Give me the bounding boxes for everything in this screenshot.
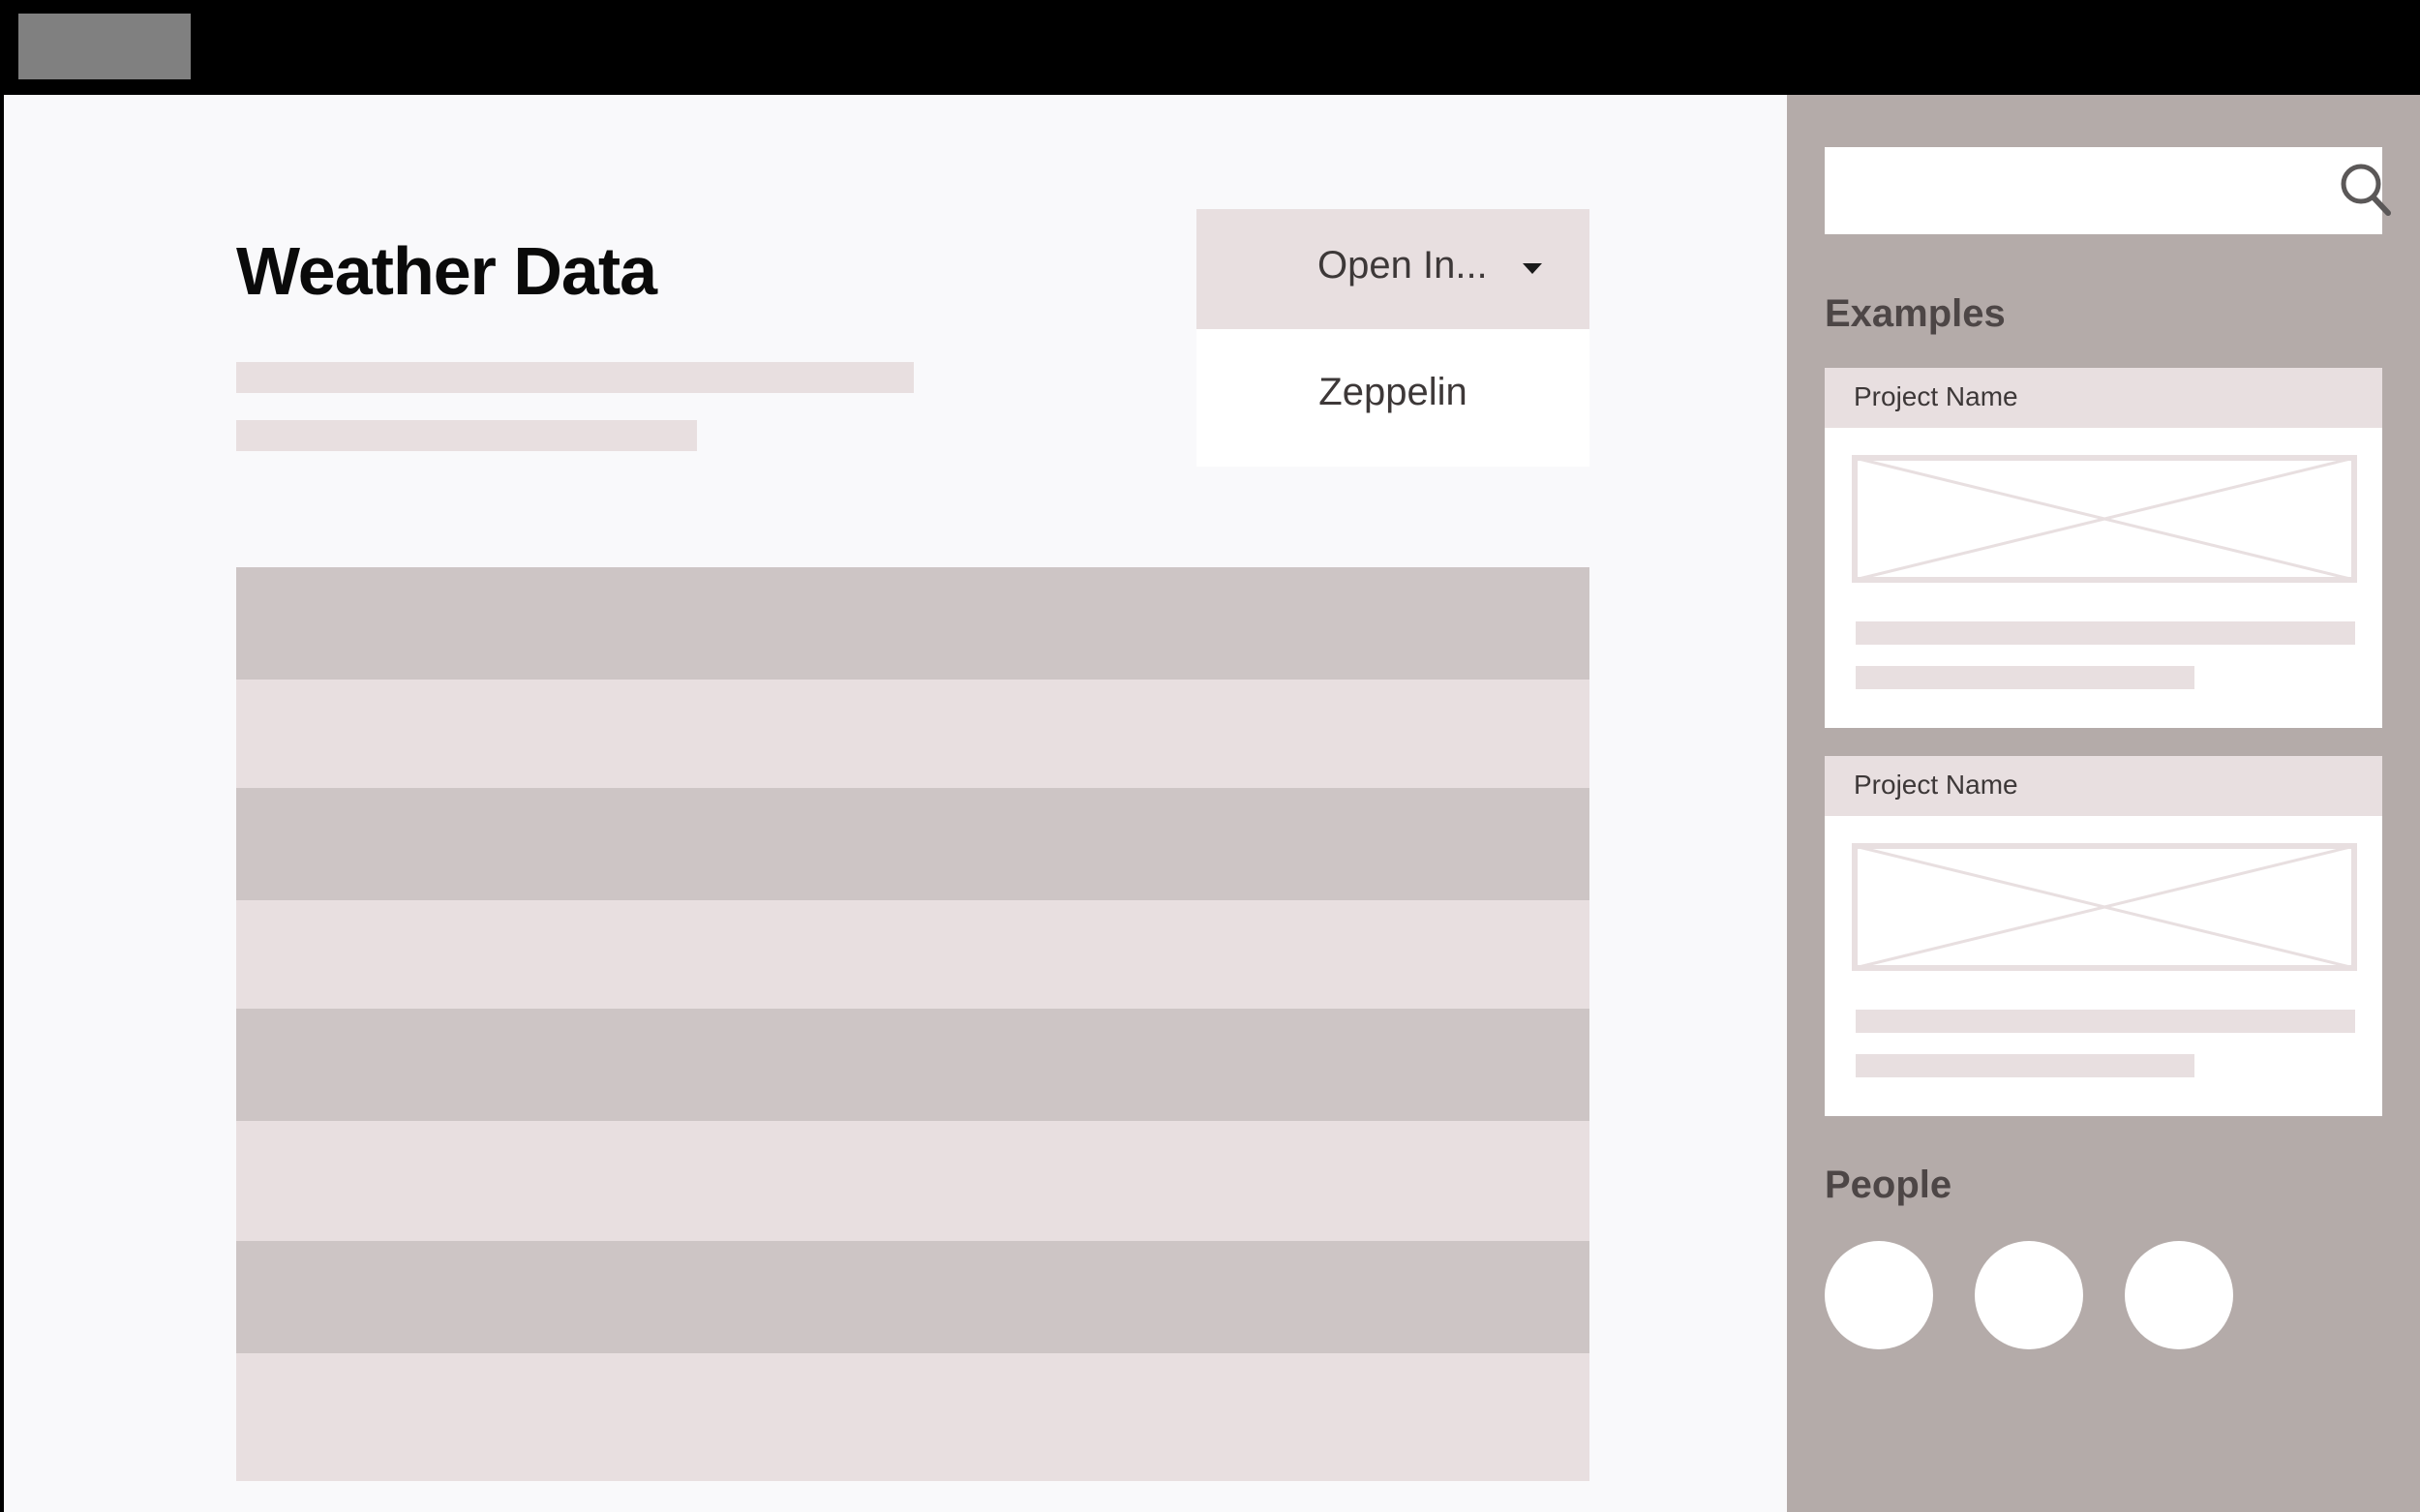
card-text-placeholder [1856, 621, 2355, 645]
table-row[interactable] [236, 1353, 1589, 1481]
caret-down-icon [1523, 263, 1542, 274]
card-title: Project Name [1854, 381, 2018, 411]
avatar[interactable] [1825, 1241, 1933, 1349]
main-content: Weather Data Open In... Zeppelin [4, 95, 1787, 1512]
open-in-dropdown-menu: Zeppelin [1196, 329, 1589, 467]
image-placeholder-icon [1852, 843, 2357, 971]
people-heading: People [1825, 1164, 1952, 1206]
table-row[interactable] [236, 1009, 1589, 1121]
right-sidebar: Examples Project Name Project Name Peopl… [1787, 95, 2420, 1512]
table-row[interactable] [236, 1121, 1589, 1241]
data-table [236, 567, 1589, 1481]
search-box [1825, 147, 2391, 234]
example-card[interactable]: Project Name [1825, 368, 2382, 728]
card-text-placeholder [1856, 1054, 2194, 1077]
card-text-placeholder [1856, 666, 2194, 689]
page-title: Weather Data [236, 233, 657, 309]
table-row[interactable] [236, 680, 1589, 788]
avatar[interactable] [1975, 1241, 2083, 1349]
top-bar [0, 0, 2420, 95]
card-header: Project Name [1825, 756, 2382, 816]
description-placeholder-line [236, 420, 697, 451]
search-icon[interactable] [2340, 163, 2392, 217]
examples-heading: Examples [1825, 292, 2006, 335]
table-row[interactable] [236, 1241, 1589, 1353]
description-placeholder-line [236, 362, 914, 393]
avatar[interactable] [2125, 1241, 2233, 1349]
example-card[interactable]: Project Name [1825, 756, 2382, 1116]
card-title: Project Name [1854, 770, 2018, 800]
card-text-placeholder [1856, 1010, 2355, 1033]
table-row[interactable] [236, 788, 1589, 900]
dropdown-item-zeppelin[interactable]: Zeppelin [1196, 329, 1589, 467]
table-row[interactable] [236, 900, 1589, 1009]
search-input[interactable] [1825, 147, 2309, 234]
image-placeholder-icon [1852, 455, 2357, 583]
open-in-label: Open In... [1317, 244, 1488, 287]
table-header-row [236, 567, 1589, 680]
card-header: Project Name [1825, 368, 2382, 428]
open-in-dropdown-button[interactable]: Open In... [1196, 209, 1589, 329]
logo-placeholder[interactable] [18, 14, 191, 79]
